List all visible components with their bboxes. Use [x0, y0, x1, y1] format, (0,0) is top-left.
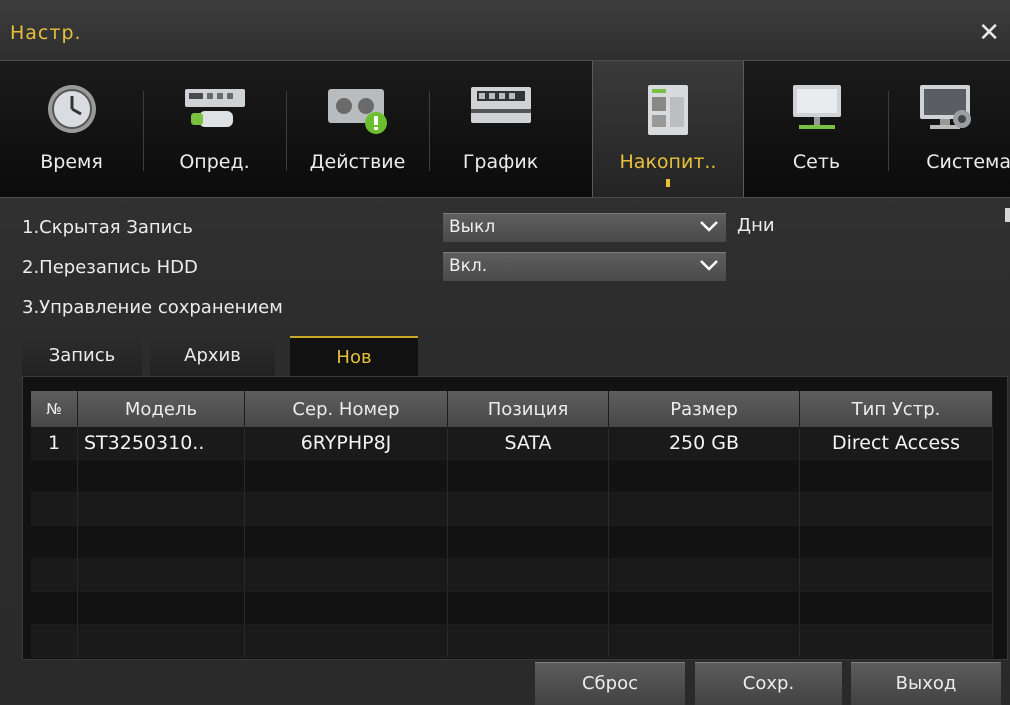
table-row — [31, 558, 993, 592]
tab-label: Система — [926, 151, 1010, 173]
tab-label: Опред. — [179, 151, 250, 173]
hidden-record-select[interactable]: Выкл — [443, 213, 726, 242]
tab-storage[interactable]: Накопит.. — [592, 61, 744, 197]
tab-label: График — [462, 151, 539, 173]
window-title: Настр. — [10, 22, 82, 44]
column-header: Модель — [77, 391, 245, 427]
table-cell: 1 — [31, 427, 78, 460]
title-bar: Настр. ✕ — [0, 0, 1010, 60]
network-monitor-icon — [792, 85, 841, 129]
subtab-record[interactable]: Запись — [22, 336, 142, 376]
exit-button[interactable]: Выход — [851, 662, 1001, 705]
tab-network[interactable]: Сеть — [745, 61, 888, 197]
table-cell: 6RYPHP8J — [244, 427, 448, 460]
subtab-new[interactable]: Нов — [290, 336, 418, 376]
table-row[interactable]: 1 ST3250310.. 6RYPHP8J SATA 250 GB Direc… — [31, 427, 993, 460]
close-icon[interactable]: ✕ — [978, 20, 1000, 46]
tab-schedule[interactable]: График — [429, 61, 572, 197]
table-row — [31, 492, 993, 526]
tab-label: Действие — [309, 151, 406, 173]
table-row — [31, 459, 993, 493]
table-row — [31, 624, 993, 658]
subtab-archive[interactable]: Архив — [150, 336, 275, 376]
settings-window: Настр. ✕ Время Опред. Действие График На… — [0, 0, 1010, 705]
column-header: Позиция — [447, 391, 609, 427]
clock-icon — [47, 85, 96, 133]
hdd-overwrite-label: 2.Перезапись HDD — [22, 257, 198, 278]
column-header: Тип Устр. — [799, 391, 993, 427]
disk-table-panel: № Модель Сер. Номер Позиция Размер Тип У… — [22, 376, 1008, 660]
column-header: Сер. Номер — [244, 391, 448, 427]
chevron-down-icon — [700, 260, 718, 271]
hdd-overwrite-value: Вкл. — [449, 256, 488, 276]
tab-device[interactable]: Опред. — [143, 61, 286, 197]
table-cell: SATA — [447, 427, 609, 460]
hidden-record-label: 1.Скрытая Запись — [22, 217, 193, 238]
chevron-down-icon — [700, 221, 718, 232]
action-alert-icon — [327, 89, 387, 134]
tab-label: Время — [40, 151, 103, 173]
table-cell: Direct Access — [799, 427, 993, 460]
save-button[interactable]: Сохр. — [695, 662, 842, 705]
table-cell: 250 GB — [608, 427, 800, 460]
table-cell: ST3250310.. — [77, 427, 245, 460]
table-row — [31, 591, 993, 625]
tab-label: Сеть — [792, 151, 841, 173]
hdd-overwrite-select[interactable]: Вкл. — [443, 252, 726, 281]
days-unit-label: Дни — [737, 215, 775, 236]
tab-action[interactable]: Действие — [286, 61, 429, 197]
tab-label: Накопит.. — [619, 151, 717, 173]
tab-time[interactable]: Время — [0, 61, 143, 197]
hidden-record-value: Выкл — [449, 217, 496, 237]
scrollbar-thumb[interactable] — [1005, 208, 1010, 222]
table-row — [31, 525, 993, 559]
system-settings-icon — [919, 85, 971, 129]
column-header: № — [31, 391, 78, 427]
category-tab-bar: Время Опред. Действие График Накопит.. С… — [0, 60, 1010, 198]
disk-table: № Модель Сер. Номер Позиция Размер Тип У… — [31, 391, 993, 658]
reset-button[interactable]: Сброс — [535, 662, 685, 705]
table-header-row: № Модель Сер. Номер Позиция Размер Тип У… — [31, 391, 993, 427]
tab-system[interactable]: Система — [868, 61, 1010, 197]
column-header: Размер — [608, 391, 800, 427]
active-indicator — [666, 179, 670, 187]
storage-icon — [648, 85, 688, 135]
schedule-icon — [470, 87, 531, 123]
camera-device-icon — [184, 89, 245, 127]
storage-management-label: 3.Управление сохранением — [22, 297, 283, 318]
